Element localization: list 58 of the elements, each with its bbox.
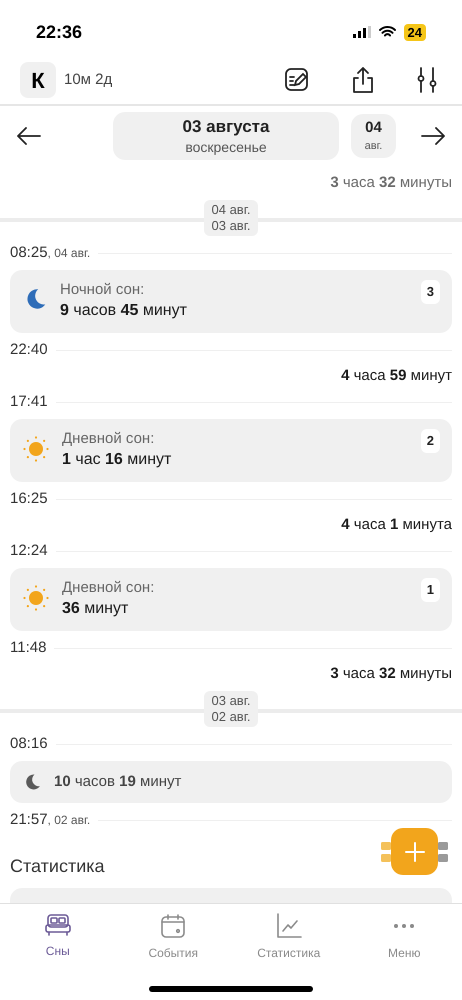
forward-arrow-icon[interactable] [420, 126, 446, 146]
sleep-duration: 36 минут [62, 599, 130, 619]
profile-avatar[interactable]: К [20, 62, 56, 98]
next-date-button[interactable]: 04 авг. [351, 114, 396, 158]
sleep-duration: 10 часов 19 минут [54, 772, 182, 792]
day-divider-lower: 02 авг. [212, 709, 250, 725]
time-label: 12:24 [10, 540, 48, 561]
sleep-type: Дневной сон: [62, 578, 156, 598]
time-label: 16:25 [10, 488, 48, 509]
next-day: 04 [365, 118, 382, 138]
battery-level: 24 [404, 24, 426, 40]
sleep-duration: 9 часов 45 минут [60, 301, 188, 321]
sleep-card[interactable]: Дневной сон: 1 час 16 минут 2 [10, 419, 452, 482]
more-icon [393, 924, 416, 928]
calendar-icon [159, 912, 188, 940]
time-label: 17:41 [10, 392, 48, 412]
interval-duration: 3 часа 32 минуты [330, 172, 452, 193]
interval-duration: 3 часа 32 минуты [330, 664, 452, 684]
sleep-type: Дневной сон: [62, 429, 156, 449]
sleep-duration: 1 час 16 минут [62, 450, 172, 470]
signal-icon [352, 26, 371, 38]
drag-handle-icon [438, 840, 448, 864]
back-arrow-icon[interactable] [16, 126, 42, 146]
time-label: 11:48 [10, 638, 46, 658]
sun-icon [22, 584, 50, 612]
next-month: авг. [364, 139, 382, 154]
interval-duration: 4 часа 59 минут [341, 366, 452, 386]
sleep-card[interactable]: Дневной сон: 36 минут 1 [10, 568, 452, 631]
sleep-card[interactable]: Ночной сон: 9 часов 45 минут 3 [10, 270, 452, 333]
sleep-count: 3 [420, 280, 440, 304]
edit-icon[interactable] [284, 67, 310, 93]
time-label: 21:57, 02 авг. [10, 810, 90, 830]
sleep-count: 2 [420, 429, 440, 452]
date-title: 03 августа [182, 116, 270, 138]
chart-icon [274, 912, 303, 940]
date-selector[interactable]: 03 августа воскресенье [113, 112, 339, 160]
clock: 22:36 [36, 20, 82, 44]
day-divider-upper: 04 авг. [212, 202, 250, 218]
sleep-card[interactable]: 10 часов 19 минут [10, 761, 452, 803]
sleep-count: 1 [420, 578, 440, 602]
plus-icon [404, 840, 426, 862]
sleep-type: Ночной сон: [60, 280, 146, 300]
time-label: 08:25, 04 авг. [10, 242, 90, 263]
section-heading: Статистика [10, 856, 105, 876]
tab-bar-item[interactable]: Сны [0, 912, 116, 962]
time-label: 22:40 [10, 340, 48, 360]
sun-icon [22, 435, 50, 463]
interval-duration: 4 часа 1 минута [341, 514, 452, 535]
time-label: 08:16 [10, 734, 48, 754]
day-divider-upper: 03 авг. [212, 693, 250, 709]
weekday: воскресенье [185, 138, 267, 156]
bed-icon [44, 912, 72, 938]
wifi-icon [378, 26, 396, 38]
day-divider-lower: 03 авг. [212, 218, 250, 234]
settings-icon[interactable] [416, 66, 438, 94]
child-age: 10м 2д [64, 70, 114, 90]
share-icon[interactable] [350, 66, 376, 94]
drag-handle-icon [381, 840, 391, 864]
